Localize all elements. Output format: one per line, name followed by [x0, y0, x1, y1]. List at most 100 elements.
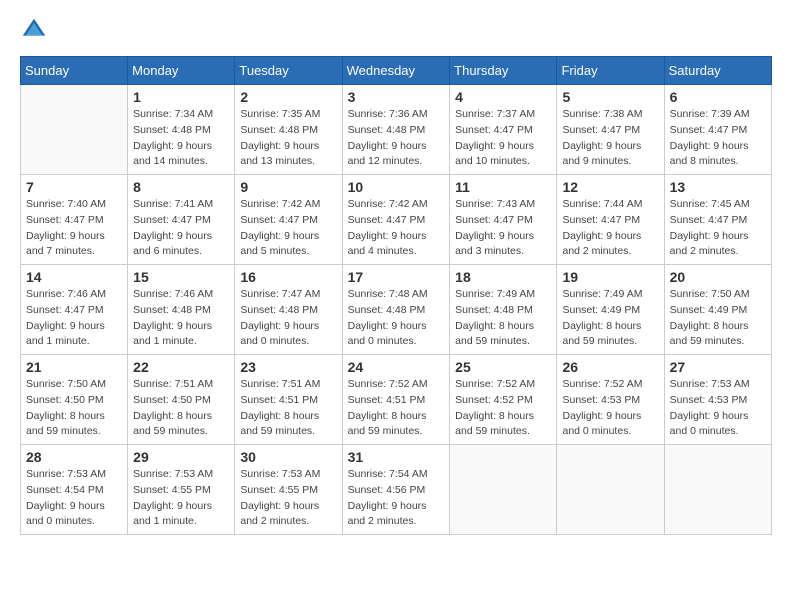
calendar-cell: 1 Sunrise: 7:34 AMSunset: 4:48 PMDaylight… — [128, 85, 235, 175]
day-info: Sunrise: 7:51 AMSunset: 4:51 PMDaylight:… — [240, 377, 336, 440]
calendar-cell: 31 Sunrise: 7:54 AMSunset: 4:56 PMDayligh… — [342, 445, 450, 535]
day-info: Sunrise: 7:53 AMSunset: 4:55 PMDaylight:… — [240, 467, 336, 530]
day-info: Sunrise: 7:36 AMSunset: 4:48 PMDaylight:… — [348, 107, 445, 170]
calendar-cell — [664, 445, 771, 535]
calendar-cell — [450, 445, 557, 535]
calendar-week-row: 21 Sunrise: 7:50 AMSunset: 4:50 PMDayligh… — [21, 355, 772, 445]
day-number: 3 — [348, 89, 445, 105]
day-info: Sunrise: 7:49 AMSunset: 4:49 PMDaylight:… — [562, 287, 658, 350]
day-number: 29 — [133, 449, 229, 465]
day-info: Sunrise: 7:39 AMSunset: 4:47 PMDaylight:… — [670, 107, 766, 170]
calendar-cell: 6 Sunrise: 7:39 AMSunset: 4:47 PMDaylight… — [664, 85, 771, 175]
calendar-cell: 15 Sunrise: 7:46 AMSunset: 4:48 PMDayligh… — [128, 265, 235, 355]
column-header-sunday: Sunday — [21, 57, 128, 85]
calendar-cell: 26 Sunrise: 7:52 AMSunset: 4:53 PMDayligh… — [557, 355, 664, 445]
day-info: Sunrise: 7:53 AMSunset: 4:55 PMDaylight:… — [133, 467, 229, 530]
day-number: 11 — [455, 179, 551, 195]
calendar-cell: 2 Sunrise: 7:35 AMSunset: 4:48 PMDaylight… — [235, 85, 342, 175]
calendar-cell: 27 Sunrise: 7:53 AMSunset: 4:53 PMDayligh… — [664, 355, 771, 445]
calendar-week-row: 28Sunrise: 7:53 AMSunset: 4:54 PMDayligh… — [21, 445, 772, 535]
day-number: 21 — [26, 359, 122, 375]
calendar-cell — [21, 85, 128, 175]
day-info: Sunrise: 7:51 AMSunset: 4:50 PMDaylight:… — [133, 377, 229, 440]
day-number: 6 — [670, 89, 766, 105]
calendar-header-row: SundayMondayTuesdayWednesdayThursdayFrid… — [21, 57, 772, 85]
calendar-cell: 28Sunrise: 7:53 AMSunset: 4:54 PMDayligh… — [21, 445, 128, 535]
day-number: 2 — [240, 89, 336, 105]
day-number: 12 — [562, 179, 658, 195]
day-info: Sunrise: 7:45 AMSunset: 4:47 PMDaylight:… — [670, 197, 766, 260]
column-header-thursday: Thursday — [450, 57, 557, 85]
logo — [20, 16, 52, 44]
day-info: Sunrise: 7:46 AMSunset: 4:47 PMDaylight:… — [26, 287, 122, 350]
day-info: Sunrise: 7:43 AMSunset: 4:47 PMDaylight:… — [455, 197, 551, 260]
logo-icon — [20, 16, 48, 44]
day-number: 30 — [240, 449, 336, 465]
day-info: Sunrise: 7:53 AMSunset: 4:53 PMDaylight:… — [670, 377, 766, 440]
day-info: Sunrise: 7:52 AMSunset: 4:53 PMDaylight:… — [562, 377, 658, 440]
calendar-cell: 16Sunrise: 7:47 AMSunset: 4:48 PMDayligh… — [235, 265, 342, 355]
calendar-cell: 29 Sunrise: 7:53 AMSunset: 4:55 PMDayligh… — [128, 445, 235, 535]
day-info: Sunrise: 7:48 AMSunset: 4:48 PMDaylight:… — [348, 287, 445, 350]
day-info: Sunrise: 7:53 AMSunset: 4:54 PMDaylight:… — [26, 467, 122, 530]
calendar-cell: 22 Sunrise: 7:51 AMSunset: 4:50 PMDayligh… — [128, 355, 235, 445]
calendar-cell: 9 Sunrise: 7:42 AMSunset: 4:47 PMDaylight… — [235, 175, 342, 265]
day-info: Sunrise: 7:37 AMSunset: 4:47 PMDaylight:… — [455, 107, 551, 170]
day-number: 31 — [348, 449, 445, 465]
calendar-cell: 12 Sunrise: 7:44 AMSunset: 4:47 PMDayligh… — [557, 175, 664, 265]
calendar-cell: 17 Sunrise: 7:48 AMSunset: 4:48 PMDayligh… — [342, 265, 450, 355]
day-number: 22 — [133, 359, 229, 375]
calendar-cell: 7 Sunrise: 7:40 AMSunset: 4:47 PMDaylight… — [21, 175, 128, 265]
day-number: 27 — [670, 359, 766, 375]
calendar-cell: 10Sunrise: 7:42 AMSunset: 4:47 PMDayligh… — [342, 175, 450, 265]
day-number: 5 — [562, 89, 658, 105]
calendar-cell: 14 Sunrise: 7:46 AMSunset: 4:47 PMDayligh… — [21, 265, 128, 355]
day-info: Sunrise: 7:40 AMSunset: 4:47 PMDaylight:… — [26, 197, 122, 260]
calendar-cell: 18 Sunrise: 7:49 AMSunset: 4:48 PMDayligh… — [450, 265, 557, 355]
day-info: Sunrise: 7:34 AMSunset: 4:48 PMDaylight:… — [133, 107, 229, 170]
day-number: 14 — [26, 269, 122, 285]
day-number: 23 — [240, 359, 336, 375]
day-number: 7 — [26, 179, 122, 195]
day-info: Sunrise: 7:42 AMSunset: 4:47 PMDaylight:… — [348, 197, 445, 260]
day-info: Sunrise: 7:50 AMSunset: 4:50 PMDaylight:… — [26, 377, 122, 440]
day-info: Sunrise: 7:52 AMSunset: 4:52 PMDaylight:… — [455, 377, 551, 440]
day-number: 1 — [133, 89, 229, 105]
calendar-cell: 8Sunrise: 7:41 AMSunset: 4:47 PMDaylight… — [128, 175, 235, 265]
day-info: Sunrise: 7:49 AMSunset: 4:48 PMDaylight:… — [455, 287, 551, 350]
day-info: Sunrise: 7:42 AMSunset: 4:47 PMDaylight:… — [240, 197, 336, 260]
day-number: 20 — [670, 269, 766, 285]
column-header-tuesday: Tuesday — [235, 57, 342, 85]
column-header-monday: Monday — [128, 57, 235, 85]
calendar-cell: 25 Sunrise: 7:52 AMSunset: 4:52 PMDayligh… — [450, 355, 557, 445]
column-header-saturday: Saturday — [664, 57, 771, 85]
day-info: Sunrise: 7:35 AMSunset: 4:48 PMDaylight:… — [240, 107, 336, 170]
day-number: 4 — [455, 89, 551, 105]
day-number: 9 — [240, 179, 336, 195]
calendar-table: SundayMondayTuesdayWednesdayThursdayFrid… — [20, 56, 772, 535]
calendar-cell: 19Sunrise: 7:49 AMSunset: 4:49 PMDayligh… — [557, 265, 664, 355]
column-header-wednesday: Wednesday — [342, 57, 450, 85]
calendar-cell: 3 Sunrise: 7:36 AMSunset: 4:48 PMDaylight… — [342, 85, 450, 175]
calendar-week-row: 7 Sunrise: 7:40 AMSunset: 4:47 PMDaylight… — [21, 175, 772, 265]
calendar-cell: 23 Sunrise: 7:51 AMSunset: 4:51 PMDayligh… — [235, 355, 342, 445]
calendar-cell: 13 Sunrise: 7:45 AMSunset: 4:47 PMDayligh… — [664, 175, 771, 265]
page-header — [20, 16, 772, 44]
day-number: 25 — [455, 359, 551, 375]
day-info: Sunrise: 7:54 AMSunset: 4:56 PMDaylight:… — [348, 467, 445, 530]
day-info: Sunrise: 7:50 AMSunset: 4:49 PMDaylight:… — [670, 287, 766, 350]
day-info: Sunrise: 7:47 AMSunset: 4:48 PMDaylight:… — [240, 287, 336, 350]
day-number: 17 — [348, 269, 445, 285]
day-number: 18 — [455, 269, 551, 285]
calendar-week-row: 14 Sunrise: 7:46 AMSunset: 4:47 PMDayligh… — [21, 265, 772, 355]
day-number: 24 — [348, 359, 445, 375]
calendar-cell: 4 Sunrise: 7:37 AMSunset: 4:47 PMDaylight… — [450, 85, 557, 175]
day-number: 8 — [133, 179, 229, 195]
calendar-cell: 24Sunrise: 7:52 AMSunset: 4:51 PMDayligh… — [342, 355, 450, 445]
day-number: 15 — [133, 269, 229, 285]
day-info: Sunrise: 7:46 AMSunset: 4:48 PMDaylight:… — [133, 287, 229, 350]
day-number: 13 — [670, 179, 766, 195]
day-info: Sunrise: 7:44 AMSunset: 4:47 PMDaylight:… — [562, 197, 658, 260]
calendar-week-row: 1 Sunrise: 7:34 AMSunset: 4:48 PMDaylight… — [21, 85, 772, 175]
day-number: 26 — [562, 359, 658, 375]
